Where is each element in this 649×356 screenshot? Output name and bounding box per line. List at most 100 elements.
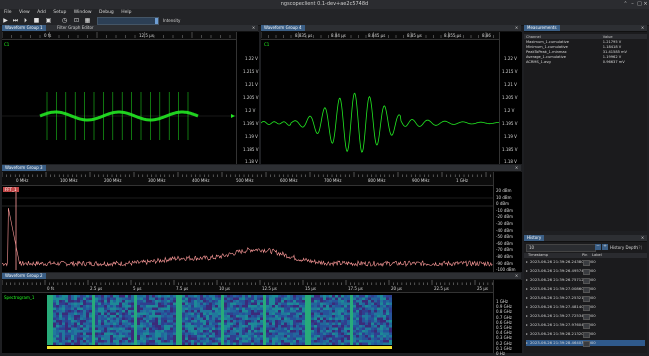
wg1-y-tick: 1.21 V (245, 82, 258, 87)
wg4-time-ruler[interactable]: 8.835 µs 8.84 µs 8.845 µs 8.85 µs 8.855 … (261, 32, 499, 40)
history-clock-icon[interactable]: ◷ (61, 17, 68, 24)
expand-arrow-icon[interactable]: ▸ (526, 322, 528, 328)
menu-view[interactable]: View (19, 10, 30, 15)
history-pin-checkbox[interactable] (583, 305, 590, 311)
history-pin-checkbox[interactable] (583, 332, 590, 338)
tab-filter-graph-editor[interactable]: Filter Graph Editor (54, 25, 97, 31)
expand-arrow-icon[interactable]: ▸ (526, 277, 528, 283)
measurements-header: Measurements × (524, 25, 647, 32)
wg3-frequency-ruler[interactable]: 0 MHz 100 MHz 200 MHz 300 MHz 400 MHz 50… (2, 172, 493, 186)
menu-setup[interactable]: Setup (53, 10, 66, 15)
history-row[interactable]: ▸ 2023-06-26 21:39:28.2132092000 (526, 331, 645, 338)
wg3-close-icon[interactable]: × (514, 165, 519, 171)
wg1-plot-area[interactable]: C1 (2, 40, 236, 164)
wg1-time-ruler[interactable]: 0 fs 12.5 µs (2, 32, 236, 40)
history-col-label[interactable]: Label (592, 253, 602, 258)
wg3-fft-trace (1, 192, 493, 270)
history-row[interactable]: ▸ 2023-06-26 21:39:28.4640327000 (526, 340, 645, 347)
history-pin-checkbox[interactable] (583, 341, 590, 347)
history-depth-minus-button[interactable]: − (595, 244, 601, 250)
history-row[interactable]: ▸ 2023-06-26 21:39:27.0086000000 (526, 286, 645, 293)
tab-waveform-group-4[interactable]: Waveform Group 4 (261, 25, 305, 31)
wg2-y-axis[interactable]: 1 GHz 0.9 GHz 0.8 GHz 0.7 GHz 0.6 GHz 0.5 GHz… (493, 280, 522, 356)
menu-window[interactable]: Window (74, 10, 92, 15)
wg3-header: Waveform Group 3 × (2, 165, 521, 172)
tab-measurements[interactable]: Measurements (524, 25, 560, 31)
minimize-button[interactable]: – (629, 0, 636, 9)
history-list: ▸ 2023-06-26 21:39:26.2438001000 ▸ 2023-06-… (524, 259, 647, 353)
expand-arrow-icon[interactable]: ▸ (526, 295, 528, 301)
menu-help[interactable]: Help (121, 10, 131, 15)
table-row[interactable]: ACRMS_1.avg 0.96637 mV (524, 59, 647, 64)
history-pin-checkbox[interactable] (583, 287, 590, 293)
wg2-ruler-label: 7.5 µs (176, 286, 189, 291)
measurements-close-icon[interactable]: × (640, 25, 645, 31)
expand-arrow-icon[interactable]: ▸ (526, 268, 528, 274)
force-trigger-icon[interactable]: ⏵ (22, 17, 29, 24)
tab-waveform-group-2[interactable]: Waveform Group 2 (2, 273, 46, 279)
expand-arrow-icon[interactable]: ▸ (526, 304, 528, 310)
history-row[interactable]: ▸ 2023-06-26 21:39:26.4957460000 (526, 268, 645, 275)
wg3-y-tick: -80 dBm (496, 254, 513, 259)
wg2-close-icon[interactable]: × (514, 273, 519, 279)
tab-waveform-group-1[interactable]: Waveform Group 1 (2, 25, 46, 31)
history-col-pin[interactable]: Pin (582, 253, 587, 258)
expand-arrow-icon[interactable]: ▸ (526, 313, 528, 319)
measure-icon[interactable]: ⊡ (73, 17, 80, 24)
wg4-y-axis[interactable]: 1.22 V 1.215 V 1.21 V 1.205 V 1.2 V 1.19… (499, 32, 522, 164)
expand-arrow-icon[interactable]: ▸ (526, 259, 528, 265)
history-row[interactable]: ▸ 2023-06-26 21:39:26.7571224000 (526, 277, 645, 284)
intensity-slider-handle[interactable] (155, 18, 158, 24)
help-icon[interactable]: (?) (637, 245, 642, 250)
wg4-waveform (260, 92, 499, 153)
run-icon[interactable]: ▶ (2, 17, 9, 24)
wg3-y-tick: -40 dBm (496, 227, 513, 233)
history-col-timestamp[interactable]: Timestamp (528, 253, 548, 258)
single-trigger-icon[interactable]: ⏭ (12, 17, 19, 24)
expand-arrow-icon[interactable]: ▸ (526, 286, 528, 292)
history-pin-checkbox[interactable] (583, 314, 590, 320)
restore-icon[interactable]: ⌃ (622, 0, 629, 9)
close-window-button[interactable]: × (642, 0, 649, 9)
menu-debug[interactable]: Debug (99, 10, 114, 15)
wg2-time-ruler[interactable]: 0 fs 2.5 µs 5 µs 7.5 µs 10 µs 12.5 µs 15… (2, 280, 493, 293)
waveform-group-2-panel: Waveform Group 2 × 0 fs 2.5 µs 5 µs 7.5 … (2, 273, 522, 356)
menu-file[interactable]: File (4, 10, 12, 15)
history-row[interactable]: ▸ 2023-06-26 21:39:27.4814003000 (526, 304, 645, 311)
history-depth-input[interactable]: 10 (526, 244, 596, 252)
expand-arrow-icon[interactable]: ▸ (526, 331, 528, 337)
grid-icon[interactable]: ▦ (84, 17, 91, 24)
wg1-channel-label[interactable]: C1 (4, 42, 9, 47)
history-depth-plus-button[interactable]: + (602, 244, 608, 250)
history-row[interactable]: ▸ 2023-06-26 21:39:26.2438001000 (526, 259, 645, 266)
history-pin-checkbox[interactable] (583, 278, 590, 284)
wg4-plot-area[interactable]: C1 (260, 40, 499, 164)
wg3-y-axis[interactable]: 20 dBm 10 dBm 0 dBm -10 dBm -20 dBm -30 dBm -4… (493, 172, 522, 272)
tab-waveform-group-3[interactable]: Waveform Group 3 (2, 165, 46, 171)
history-row[interactable]: ▸ 2023-06-26 21:39:27.7253468000 (526, 313, 645, 320)
history-pin-checkbox[interactable] (583, 269, 590, 275)
intensity-slider[interactable] (97, 17, 159, 25)
history-close-icon[interactable]: × (640, 235, 645, 241)
wg4-close-icon[interactable]: × (514, 25, 519, 31)
history-row[interactable]: ▸ 2023-06-26 21:39:27.9760420000 (526, 322, 645, 329)
stop-icon[interactable]: ■ (33, 17, 40, 24)
wg2-channel-label[interactable]: Spectrogram_1 (4, 295, 34, 300)
wg4-channel-label[interactable]: C1 (264, 42, 269, 47)
history-pin-checkbox[interactable] (583, 296, 590, 302)
wg2-plot-area[interactable]: Spectrogram_1 (2, 293, 493, 353)
wg3-ruler-label: 200 MHz (104, 178, 122, 183)
menu-add[interactable]: Add (37, 10, 46, 15)
wg1-y-axis[interactable]: 1.22 V 1.215 V 1.21 V 1.205 V 1.2 V 1.19… (236, 32, 259, 164)
wg1-close-icon[interactable]: × (251, 25, 256, 31)
wg3-channel-label[interactable]: FFT_1 (3, 187, 19, 192)
tab-history[interactable]: History (524, 235, 545, 241)
history-row[interactable]: ▸ 2023-06-26 21:39:27.2532165000 (526, 295, 645, 302)
wg4-y-tick: 1.22 V (504, 56, 517, 61)
history-pin-checkbox[interactable] (583, 323, 590, 329)
expand-arrow-icon[interactable]: ▸ (526, 340, 528, 346)
save-icon[interactable]: ▣ (45, 17, 52, 24)
wg1-y-tick: 1.2 V (245, 108, 256, 113)
wg3-plot-area[interactable]: FFT_1 (1, 186, 493, 272)
history-pin-checkbox[interactable] (583, 260, 590, 266)
